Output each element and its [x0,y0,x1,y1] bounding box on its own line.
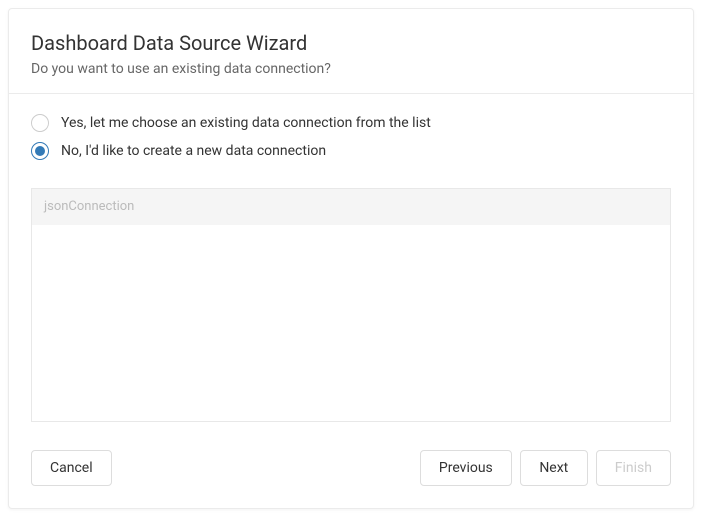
radio-option-existing[interactable]: Yes, let me choose an existing data conn… [31,114,671,132]
radio-label-existing: Yes, let me choose an existing data conn… [61,115,431,131]
finish-button: Finish [596,450,671,486]
radio-label-new: No, I'd like to create a new data connec… [61,143,326,159]
wizard-title: Dashboard Data Source Wizard [31,31,671,55]
footer-right: Previous Next Finish [420,450,671,486]
radio-icon [31,114,49,132]
connection-name: jsonConnection [44,199,134,214]
list-item: jsonConnection [32,189,670,225]
wizard-subtitle: Do you want to use an existing data conn… [31,61,671,77]
connection-list[interactable]: jsonConnection [31,188,671,422]
wizard-footer: Cancel Previous Next Finish [9,432,693,508]
previous-button[interactable]: Previous [420,450,512,486]
radio-icon [31,142,49,160]
next-button[interactable]: Next [520,450,588,486]
radio-group: Yes, let me choose an existing data conn… [31,114,671,170]
footer-left: Cancel [31,450,112,486]
cancel-button[interactable]: Cancel [31,450,112,486]
wizard-header: Dashboard Data Source Wizard Do you want… [9,9,693,94]
radio-option-new[interactable]: No, I'd like to create a new data connec… [31,142,671,160]
wizard-body: Yes, let me choose an existing data conn… [9,94,693,432]
radio-dot-icon [35,146,45,156]
wizard-dialog: Dashboard Data Source Wizard Do you want… [8,8,694,509]
